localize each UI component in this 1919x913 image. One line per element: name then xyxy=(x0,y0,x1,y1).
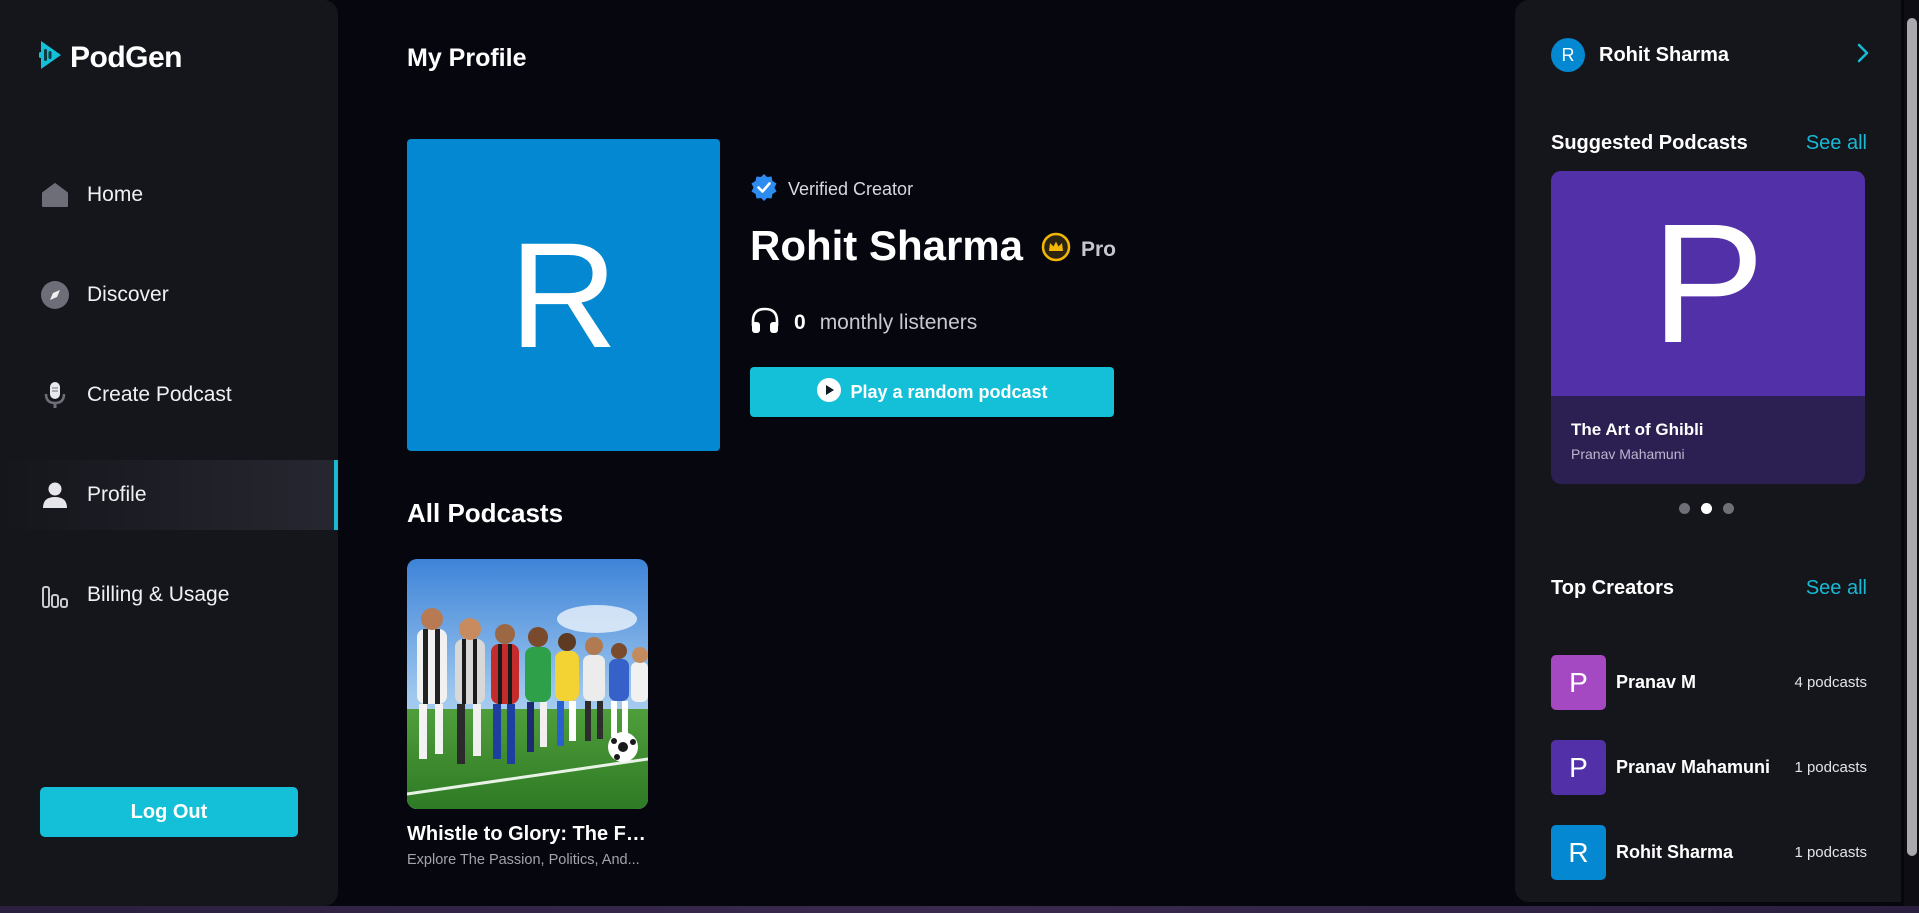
brand-name: PodGen xyxy=(70,40,183,74)
play-random-podcast-label: Play a random podcast xyxy=(850,381,1048,402)
right-sidebar: R Rohit Sharma Suggested Podcasts See al… xyxy=(1515,0,1901,902)
creator-avatar: P xyxy=(1551,740,1606,795)
play-random-podcast-button[interactable]: Play a random podcast xyxy=(750,367,1114,417)
nav-label-home: Home xyxy=(87,183,144,206)
user-icon xyxy=(40,480,70,510)
verified-label: Verified Creator xyxy=(788,179,914,199)
carousel-dots xyxy=(1679,503,1734,514)
suggested-podcast-cover: P xyxy=(1551,171,1865,396)
podcast-title: Whistle to Glory: The Fl... xyxy=(407,823,648,845)
bottom-strip xyxy=(0,906,1919,913)
listeners-label: monthly listeners xyxy=(819,311,978,334)
page-scrollbar[interactable] xyxy=(1904,0,1919,906)
nav-label-profile: Profile xyxy=(87,483,147,506)
chevron-right-icon[interactable] xyxy=(1855,43,1871,68)
creator-row[interactable]: P Pranav Mahamuni 1 podcasts xyxy=(1551,740,1867,795)
page-title: My Profile xyxy=(407,44,527,72)
top-creators-title: Top Creators xyxy=(1551,577,1674,599)
left-sidebar: PodGen Home Discover Create Podcast Prof… xyxy=(0,0,338,906)
top-creators-see-all-link[interactable]: See all xyxy=(1806,577,1867,600)
logo[interactable]: PodGen xyxy=(38,38,183,77)
nav-label-create-podcast: Create Podcast xyxy=(87,383,232,406)
main-nav: Home Discover Create Podcast Profile Bil… xyxy=(0,160,338,660)
scrollbar-thumb[interactable] xyxy=(1907,18,1917,856)
creator-podcast-count: 1 podcasts xyxy=(1794,759,1867,776)
play-icon xyxy=(816,377,842,408)
nav-item-billing[interactable]: Billing & Usage xyxy=(0,560,338,630)
suggested-see-all-link[interactable]: See all xyxy=(1806,132,1867,155)
profile-avatar: R xyxy=(407,139,720,451)
creator-podcast-count: 4 podcasts xyxy=(1794,674,1867,691)
creator-row[interactable]: P Pranav M 4 podcasts xyxy=(1551,655,1867,710)
nav-item-create-podcast[interactable]: Create Podcast xyxy=(0,360,338,430)
podcast-description: Explore The Passion, Politics, And... xyxy=(407,852,640,868)
nav-item-home[interactable]: Home xyxy=(0,160,338,230)
suggested-podcasts-header: Suggested Podcasts See all xyxy=(1551,132,1867,155)
current-user-name: Rohit Sharma xyxy=(1599,43,1730,66)
crown-icon xyxy=(1041,232,1071,267)
nav-label-discover: Discover xyxy=(87,283,169,306)
logout-button[interactable]: Log Out xyxy=(40,787,298,837)
carousel-dot-2[interactable] xyxy=(1701,503,1712,514)
podcast-card[interactable]: Whistle to Glory: The Fl... Explore The … xyxy=(407,559,648,868)
listeners-count: 0 xyxy=(794,311,806,334)
current-user[interactable]: R Rohit Sharma xyxy=(1551,38,1871,72)
carousel-dot-1[interactable] xyxy=(1679,503,1690,514)
creator-name: Pranav Mahamuni xyxy=(1616,757,1771,777)
bar-chart-icon xyxy=(40,580,70,610)
creator-row[interactable]: R Rohit Sharma 1 podcasts xyxy=(1551,825,1867,880)
suggested-podcast-card[interactable]: P The Art of Ghibli Pranav Mahamuni xyxy=(1551,171,1865,484)
creator-avatar: R xyxy=(1551,825,1606,880)
carousel-dot-3[interactable] xyxy=(1723,503,1734,514)
suggested-podcasts-title: Suggested Podcasts xyxy=(1551,132,1748,154)
podcast-thumbnail xyxy=(407,559,648,809)
creator-name: Pranav M xyxy=(1616,672,1697,692)
suggested-podcast-title: The Art of Ghibli xyxy=(1571,420,1704,439)
app-root: PodGen Home Discover Create Podcast Prof… xyxy=(0,0,1919,913)
profile-name: Rohit Sharma xyxy=(750,222,1024,269)
top-creators-header: Top Creators See all xyxy=(1551,577,1867,600)
creator-avatar: P xyxy=(1551,655,1606,710)
verified-check-icon xyxy=(750,173,778,206)
nav-item-discover[interactable]: Discover xyxy=(0,260,338,330)
all-podcasts-title: All Podcasts xyxy=(407,498,564,528)
podgen-logo-icon xyxy=(38,38,64,77)
plan-label: Pro xyxy=(1081,237,1117,261)
compass-icon xyxy=(40,280,70,310)
verified-badge: Verified Creator xyxy=(750,173,913,206)
headphones-icon xyxy=(750,306,780,340)
creator-podcast-count: 1 podcasts xyxy=(1794,844,1867,861)
nav-label-billing: Billing & Usage xyxy=(87,583,230,606)
suggested-podcast-author: Pranav Mahamuni xyxy=(1571,446,1685,462)
home-icon xyxy=(40,180,70,210)
creator-name: Rohit Sharma xyxy=(1616,842,1734,862)
listeners-stat: 0 monthly listeners xyxy=(750,306,977,340)
microphone-icon xyxy=(40,380,70,410)
pro-badge: Pro xyxy=(1041,232,1116,267)
avatar: R xyxy=(1551,38,1585,72)
nav-item-profile[interactable]: Profile xyxy=(0,460,338,530)
